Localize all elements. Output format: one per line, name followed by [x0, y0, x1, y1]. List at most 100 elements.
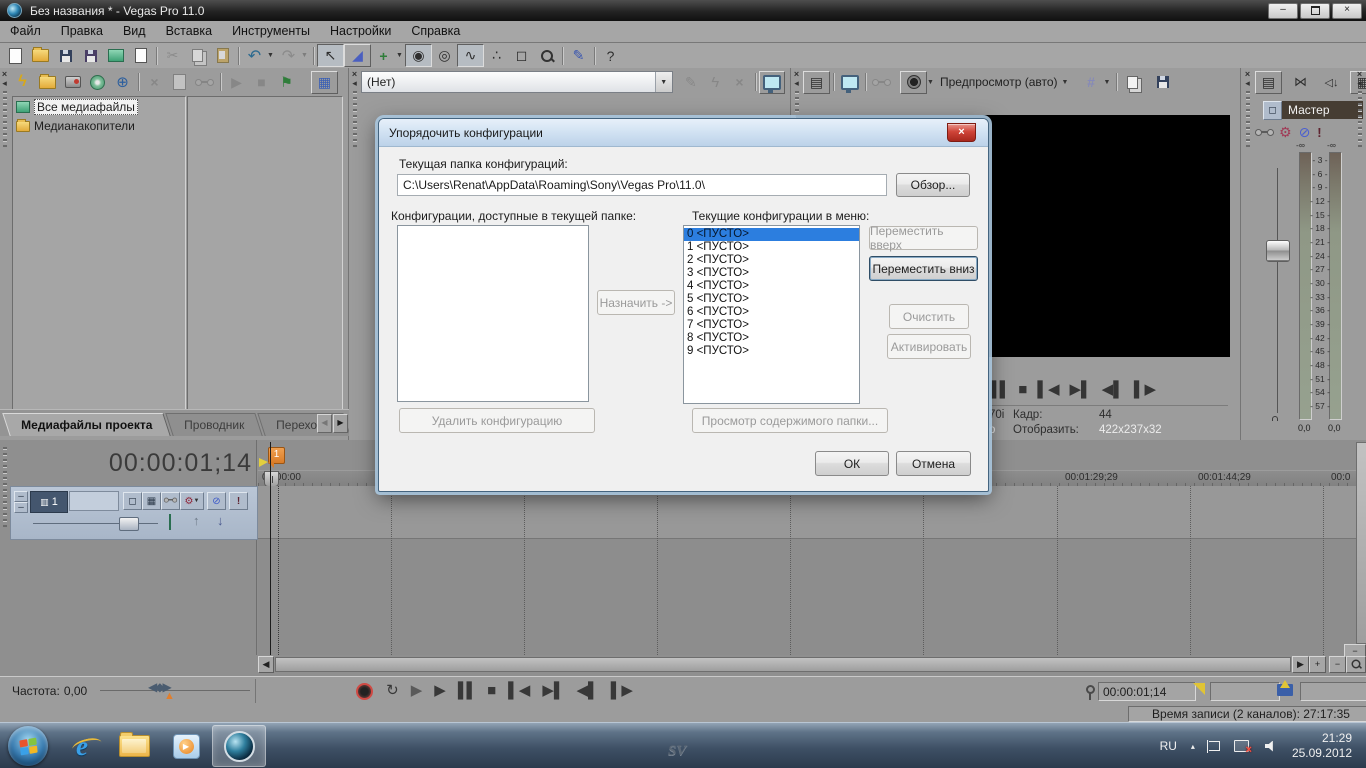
- whats-this-help-button[interactable]: ?: [598, 45, 623, 66]
- panel-grip[interactable]: × ◂: [1243, 70, 1252, 200]
- track-media-generator-icon[interactable]: [169, 515, 171, 529]
- tree-item-media-bins[interactable]: Медианакопители: [13, 117, 185, 135]
- bus-solo-icon[interactable]: !: [1317, 125, 1321, 140]
- track-mute-button[interactable]: ⊘: [207, 492, 226, 510]
- dialog-title-bar[interactable]: Упорядочить конфигурации: [379, 119, 988, 147]
- preview-mode-label[interactable]: Предпросмотр (авто): [940, 75, 1058, 89]
- redo-dropdown-icon[interactable]: ▼: [301, 52, 310, 59]
- config-list-item[interactable]: 2 <ПУСТО>: [684, 254, 859, 267]
- preview-go-end-button[interactable]: ▶▌: [1070, 380, 1092, 398]
- remove-media-button[interactable]: ×: [142, 72, 167, 93]
- view-folder-contents-button[interactable]: Просмотр содержимого папки...: [692, 408, 888, 433]
- record-button[interactable]: [356, 683, 373, 700]
- track-minimize-button[interactable]: –: [14, 491, 28, 502]
- taskbar-media-player[interactable]: ▶: [160, 726, 212, 766]
- track-level-slider-handle[interactable]: [119, 517, 139, 531]
- snapping-button[interactable]: ◉: [405, 44, 432, 67]
- track-vertical-scrollbar[interactable]: [1356, 442, 1366, 644]
- menu-item[interactable]: Правка: [51, 21, 113, 42]
- start-button[interactable]: [0, 726, 56, 766]
- zoom-in-button[interactable]: +: [1309, 656, 1326, 673]
- loop-playback-button[interactable]: ↻: [386, 679, 399, 703]
- track-name-field[interactable]: [69, 491, 119, 511]
- selection-start-field[interactable]: [1210, 682, 1280, 701]
- bus-mute-icon[interactable]: ⊘: [1299, 124, 1311, 141]
- current-configs-listbox[interactable]: 0 <ПУСТО>1 <ПУСТО>2 <ПУСТО>3 <ПУСТО>4 <П…: [683, 225, 860, 404]
- interactive-tutorials-button[interactable]: ✎: [566, 45, 591, 66]
- play-from-start-button[interactable]: ▶: [411, 679, 423, 703]
- insert-bus-button[interactable]: ⋈: [1288, 72, 1313, 93]
- panel-grip[interactable]: × ◂: [0, 70, 9, 200]
- pause-button[interactable]: ▌▌: [458, 679, 475, 703]
- assign-button[interactable]: Назначить ->: [597, 290, 675, 315]
- selection-edit-tool-button[interactable]: +: [371, 45, 396, 66]
- collapse-panel-icon[interactable]: ◂: [1357, 79, 1362, 88]
- media-fx-plug-button[interactable]: [192, 72, 217, 93]
- track-automation-button[interactable]: ⚙▼: [180, 492, 204, 510]
- preview-pause-button[interactable]: ▌▌: [991, 381, 1008, 398]
- go-to-start-button[interactable]: ▌◀: [508, 679, 530, 703]
- collapse-panel-icon[interactable]: ◂: [352, 79, 357, 88]
- overlay-dropdown-icon[interactable]: ▼: [1104, 79, 1113, 86]
- project-properties-button[interactable]: [78, 45, 103, 66]
- quality-dropdown-icon[interactable]: ▼: [927, 79, 936, 86]
- collapse-panel-icon[interactable]: ◂: [1245, 79, 1250, 88]
- tabs-scroll-left-button[interactable]: ◀: [317, 414, 332, 433]
- lock-envelopes-button[interactable]: ∴: [484, 45, 509, 66]
- normal-edit-tool-button[interactable]: ↖: [317, 44, 344, 67]
- undo-button[interactable]: ↶: [242, 45, 267, 66]
- preview-mode-dropdown-icon[interactable]: ▼: [1062, 79, 1071, 86]
- track-solo-button[interactable]: !: [229, 492, 248, 510]
- scroll-right-button[interactable]: ▶: [1292, 656, 1309, 673]
- go-to-end-button[interactable]: ▶▌: [542, 679, 564, 703]
- preview-prev-frame-button[interactable]: ◀▌: [1102, 380, 1124, 398]
- track-view[interactable]: [258, 486, 1356, 655]
- delete-config-button[interactable]: Удалить конфигурацию: [399, 408, 595, 433]
- menu-item[interactable]: Справка: [401, 21, 470, 42]
- taskbar-vegas-pro[interactable]: [212, 725, 266, 767]
- track-1-header[interactable]: – – ▥ 1 ◻ ▦ ⚙▼ ⊘ ! ↑ ↓: [10, 486, 258, 540]
- overlay-grid-button[interactable]: #: [1079, 72, 1104, 93]
- stop-button[interactable]: ■: [487, 679, 496, 703]
- delete-preset-button[interactable]: ×: [727, 72, 751, 93]
- taskbar-windows-explorer[interactable]: [108, 726, 160, 766]
- ok-button[interactable]: ОК: [815, 451, 889, 476]
- timeline-scrollbar-thumb[interactable]: [275, 657, 1291, 672]
- config-list-item[interactable]: 1 <ПУСТО>: [684, 241, 859, 254]
- tab-project-media[interactable]: Медиафайлы проекта: [2, 413, 171, 436]
- combo-dropdown-icon[interactable]: ▼: [655, 72, 672, 92]
- restore-button[interactable]: [1300, 3, 1330, 19]
- redo-button[interactable]: ↷: [276, 45, 301, 66]
- track-fx-button[interactable]: ▦: [142, 492, 161, 510]
- preview-stop-button[interactable]: ■: [249, 72, 274, 93]
- dialog-close-button[interactable]: ×: [947, 123, 976, 142]
- quantize-to-frames-button[interactable]: ∿: [457, 44, 484, 67]
- undo-dropdown-icon[interactable]: ▼: [267, 52, 276, 59]
- config-list-item[interactable]: 0 <ПУСТО>: [684, 228, 859, 241]
- play-button[interactable]: ▶: [434, 679, 446, 703]
- menu-item[interactable]: Настройки: [320, 21, 401, 42]
- folder-path-field[interactable]: C:\Users\Renat\AppData\Roaming\Sony\Vega…: [397, 174, 887, 196]
- paste-button[interactable]: [210, 45, 235, 66]
- config-list-item[interactable]: 5 <ПУСТО>: [684, 293, 859, 306]
- project-properties-list-button[interactable]: ▤: [803, 71, 830, 94]
- menu-item[interactable]: Файл: [0, 21, 51, 42]
- menu-item[interactable]: Вставка: [156, 21, 222, 42]
- media-tree-pane[interactable]: Все медиафайлы Медианакопители: [12, 96, 186, 410]
- scroll-left-button[interactable]: ◀: [258, 656, 274, 673]
- zoom-out-button[interactable]: −: [1329, 656, 1346, 673]
- tabs-scroll-right-button[interactable]: ▶: [333, 414, 348, 433]
- extract-audio-cd-button[interactable]: [85, 72, 110, 93]
- zoom-tool-button[interactable]: [534, 45, 559, 66]
- new-project-button[interactable]: [3, 45, 28, 66]
- vu-meter-right[interactable]: [1329, 152, 1342, 420]
- playhead-line[interactable]: [270, 442, 271, 655]
- move-up-button[interactable]: Переместить вверх: [869, 226, 978, 250]
- bus-name[interactable]: Мастер: [1282, 101, 1363, 119]
- envelope-edit-tool-button[interactable]: ◢: [344, 44, 371, 67]
- action-center-flag-icon[interactable]: [1209, 741, 1220, 751]
- mixer-properties-button[interactable]: ▤: [1255, 71, 1282, 94]
- preview-play-button[interactable]: ▶: [224, 72, 249, 93]
- track-1-lane[interactable]: [258, 486, 1356, 539]
- config-list-item[interactable]: 7 <ПУСТО>: [684, 319, 859, 332]
